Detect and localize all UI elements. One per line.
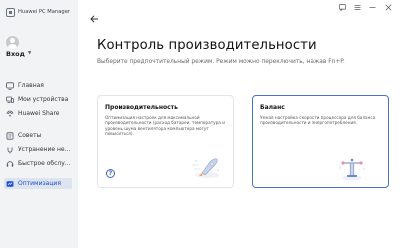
card-description: Оптимизация настроек для максимальной пр… bbox=[105, 115, 225, 136]
sidebar-item-devices[interactable]: Мои устройства bbox=[4, 94, 72, 105]
help-icon[interactable]: ? bbox=[106, 169, 115, 178]
minimize-button[interactable] bbox=[368, 3, 376, 11]
sidebar-item-label: Устранение не... bbox=[18, 146, 71, 153]
optimization-icon bbox=[6, 180, 14, 188]
troubleshoot-icon bbox=[6, 146, 14, 154]
main-content: Контроль производительности Выберите пре… bbox=[78, 0, 400, 248]
home-icon bbox=[6, 81, 14, 90]
sidebar: Huawei PC Manager Вход ▼ Главная Мои уст… bbox=[0, 0, 78, 248]
balance-mode-card[interactable]: Баланс Умная настройка скорости процессо… bbox=[252, 95, 389, 188]
sidebar-item-optimization[interactable]: Оптимизация bbox=[4, 178, 72, 189]
login-caret-icon: ▼ bbox=[27, 50, 32, 56]
app-title-bar: Huawei PC Manager bbox=[6, 6, 70, 18]
sidebar-item-quick-service[interactable]: Быстрое обслу... bbox=[4, 158, 72, 169]
feedback-icon bbox=[338, 3, 346, 11]
tips-icon bbox=[6, 131, 14, 140]
sidebar-item-label: Быстрое обслу... bbox=[18, 160, 71, 167]
sidebar-item-troubleshoot[interactable]: Устранение не... bbox=[4, 144, 72, 155]
sidebar-item-label: Мои устройства bbox=[18, 96, 69, 103]
quick-service-icon bbox=[6, 160, 14, 168]
back-button[interactable] bbox=[89, 14, 99, 24]
sidebar-item-label: Главная bbox=[18, 82, 44, 89]
back-arrow-icon bbox=[89, 15, 98, 23]
sidebar-item-label: Оптимизация bbox=[18, 180, 61, 187]
minimize-icon bbox=[369, 6, 375, 8]
sidebar-item-home[interactable]: Главная bbox=[4, 80, 72, 91]
menu-button[interactable] bbox=[353, 3, 361, 11]
sidebar-item-tips[interactable]: Советы bbox=[4, 130, 72, 141]
performance-mode-card[interactable]: Производительность Оптимизация настроек … bbox=[97, 95, 234, 188]
sidebar-item-label: Советы bbox=[18, 132, 42, 139]
close-button[interactable] bbox=[384, 3, 392, 11]
card-description: Умная настройка скорости процессора для … bbox=[260, 115, 376, 126]
card-title: Баланс bbox=[260, 104, 285, 111]
close-icon bbox=[385, 4, 391, 10]
devices-icon bbox=[6, 96, 14, 104]
menu-icon bbox=[354, 4, 360, 10]
login-label: Вход bbox=[6, 50, 25, 58]
page-subtitle: Выберите предпочтительный режим. Режим м… bbox=[97, 59, 345, 65]
rocket-icon bbox=[192, 158, 219, 178]
avatar[interactable] bbox=[6, 36, 19, 49]
feedback-button[interactable] bbox=[338, 3, 346, 11]
balance-scale-icon bbox=[339, 158, 365, 181]
page-title: Контроль производительности bbox=[97, 38, 317, 53]
app-title: Huawei PC Manager bbox=[18, 9, 71, 15]
login-button[interactable]: Вход ▼ bbox=[6, 50, 31, 58]
sidebar-item-label: Huawei Share bbox=[18, 110, 60, 117]
card-title: Производительность bbox=[105, 104, 178, 111]
app-logo-icon bbox=[6, 7, 15, 17]
share-icon bbox=[6, 110, 14, 118]
sidebar-item-huawei-share[interactable]: Huawei Share bbox=[4, 108, 72, 119]
